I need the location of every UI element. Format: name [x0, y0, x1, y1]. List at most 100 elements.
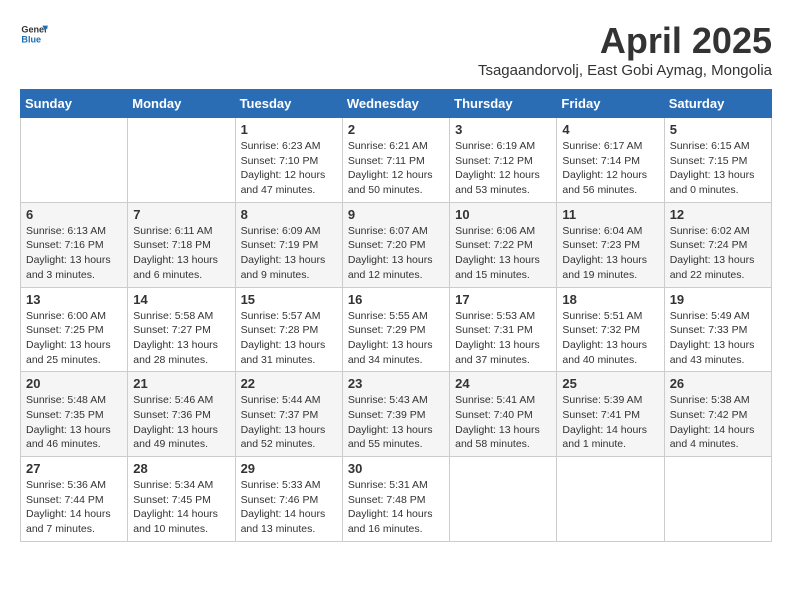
day-number: 4 [562, 122, 658, 137]
page-header: General Blue April 2025 Tsagaandorvolj, … [20, 20, 772, 79]
day-info: Sunrise: 5:31 AM Sunset: 7:48 PM Dayligh… [348, 478, 444, 537]
calendar-cell: 29 Sunrise: 5:33 AM Sunset: 7:46 PM Dayli… [235, 457, 342, 542]
calendar-cell [128, 118, 235, 203]
weekday-header-friday: Friday [557, 90, 664, 118]
calendar-cell: 21 Sunrise: 5:46 AM Sunset: 7:36 PM Dayli… [128, 372, 235, 457]
weekday-header-saturday: Saturday [664, 90, 771, 118]
calendar-cell: 7 Sunrise: 6:11 AM Sunset: 7:18 PM Daylig… [128, 202, 235, 287]
calendar-cell: 12 Sunrise: 6:02 AM Sunset: 7:24 PM Dayli… [664, 202, 771, 287]
day-number: 8 [241, 207, 337, 222]
day-info: Sunrise: 5:48 AM Sunset: 7:35 PM Dayligh… [26, 393, 122, 452]
logo-icon: General Blue [20, 20, 48, 48]
day-info: Sunrise: 5:33 AM Sunset: 7:46 PM Dayligh… [241, 478, 337, 537]
calendar-week-4: 20 Sunrise: 5:48 AM Sunset: 7:35 PM Dayli… [21, 372, 772, 457]
calendar-cell [450, 457, 557, 542]
day-number: 6 [26, 207, 122, 222]
day-number: 3 [455, 122, 551, 137]
day-info: Sunrise: 6:15 AM Sunset: 7:15 PM Dayligh… [670, 139, 766, 198]
calendar-cell: 2 Sunrise: 6:21 AM Sunset: 7:11 PM Daylig… [342, 118, 449, 203]
day-info: Sunrise: 6:07 AM Sunset: 7:20 PM Dayligh… [348, 224, 444, 283]
calendar-week-2: 6 Sunrise: 6:13 AM Sunset: 7:16 PM Daylig… [21, 202, 772, 287]
day-info: Sunrise: 6:02 AM Sunset: 7:24 PM Dayligh… [670, 224, 766, 283]
day-number: 1 [241, 122, 337, 137]
calendar-cell: 23 Sunrise: 5:43 AM Sunset: 7:39 PM Dayli… [342, 372, 449, 457]
weekday-header-wednesday: Wednesday [342, 90, 449, 118]
day-number: 26 [670, 376, 766, 391]
day-number: 12 [670, 207, 766, 222]
day-info: Sunrise: 6:13 AM Sunset: 7:16 PM Dayligh… [26, 224, 122, 283]
month-title: April 2025 [478, 20, 772, 62]
day-info: Sunrise: 5:51 AM Sunset: 7:32 PM Dayligh… [562, 309, 658, 368]
calendar-cell: 14 Sunrise: 5:58 AM Sunset: 7:27 PM Dayli… [128, 287, 235, 372]
day-number: 7 [133, 207, 229, 222]
logo: General Blue [20, 20, 48, 48]
day-number: 20 [26, 376, 122, 391]
calendar-cell: 22Sunrise: 5:44 AM Sunset: 7:37 PM Dayli… [235, 372, 342, 457]
calendar-cell: 9 Sunrise: 6:07 AM Sunset: 7:20 PM Daylig… [342, 202, 449, 287]
calendar-cell: 3Sunrise: 6:19 AM Sunset: 7:12 PM Daylig… [450, 118, 557, 203]
day-info: Sunrise: 5:39 AM Sunset: 7:41 PM Dayligh… [562, 393, 658, 452]
day-info: Sunrise: 6:11 AM Sunset: 7:18 PM Dayligh… [133, 224, 229, 283]
calendar-cell: 25 Sunrise: 5:39 AM Sunset: 7:41 PM Dayli… [557, 372, 664, 457]
day-info: Sunrise: 5:43 AM Sunset: 7:39 PM Dayligh… [348, 393, 444, 452]
calendar-cell [664, 457, 771, 542]
calendar-cell: 28 Sunrise: 5:34 AM Sunset: 7:45 PM Dayli… [128, 457, 235, 542]
day-number: 25 [562, 376, 658, 391]
day-number: 10 [455, 207, 551, 222]
day-number: 21 [133, 376, 229, 391]
calendar-cell: 1Sunrise: 6:23 AM Sunset: 7:10 PM Daylig… [235, 118, 342, 203]
day-info: Sunrise: 5:36 AM Sunset: 7:44 PM Dayligh… [26, 478, 122, 537]
day-info: Sunrise: 6:17 AM Sunset: 7:14 PM Dayligh… [562, 139, 658, 198]
calendar-cell: 16 Sunrise: 5:55 AM Sunset: 7:29 PM Dayli… [342, 287, 449, 372]
calendar-cell: 26 Sunrise: 5:38 AM Sunset: 7:42 PM Dayli… [664, 372, 771, 457]
day-info: Sunrise: 6:06 AM Sunset: 7:22 PM Dayligh… [455, 224, 551, 283]
day-info: Sunrise: 6:09 AM Sunset: 7:19 PM Dayligh… [241, 224, 337, 283]
day-number: 2 [348, 122, 444, 137]
day-info: Sunrise: 6:00 AM Sunset: 7:25 PM Dayligh… [26, 309, 122, 368]
day-number: 17 [455, 292, 551, 307]
day-number: 14 [133, 292, 229, 307]
day-info: Sunrise: 5:34 AM Sunset: 7:45 PM Dayligh… [133, 478, 229, 537]
day-number: 11 [562, 207, 658, 222]
day-info: Sunrise: 5:46 AM Sunset: 7:36 PM Dayligh… [133, 393, 229, 452]
day-number: 24 [455, 376, 551, 391]
weekday-header-tuesday: Tuesday [235, 90, 342, 118]
calendar-cell: 24 Sunrise: 5:41 AM Sunset: 7:40 PM Dayli… [450, 372, 557, 457]
day-number: 29 [241, 461, 337, 476]
calendar-cell [557, 457, 664, 542]
day-number: 19 [670, 292, 766, 307]
calendar-cell: 6 Sunrise: 6:13 AM Sunset: 7:16 PM Daylig… [21, 202, 128, 287]
weekday-header-monday: Monday [128, 90, 235, 118]
day-number: 16 [348, 292, 444, 307]
calendar-table: SundayMondayTuesdayWednesdayThursdayFrid… [20, 89, 772, 542]
calendar-cell: 18 Sunrise: 5:51 AM Sunset: 7:32 PM Dayli… [557, 287, 664, 372]
day-number: 22 [241, 376, 337, 391]
day-number: 15 [241, 292, 337, 307]
day-info: Sunrise: 5:49 AM Sunset: 7:33 PM Dayligh… [670, 309, 766, 368]
day-info: Sunrise: 5:41 AM Sunset: 7:40 PM Dayligh… [455, 393, 551, 452]
day-info: Sunrise: 5:38 AM Sunset: 7:42 PM Dayligh… [670, 393, 766, 452]
day-number: 23 [348, 376, 444, 391]
day-info: Sunrise: 6:21 AM Sunset: 7:11 PM Dayligh… [348, 139, 444, 198]
calendar-week-1: 1Sunrise: 6:23 AM Sunset: 7:10 PM Daylig… [21, 118, 772, 203]
calendar-week-5: 27Sunrise: 5:36 AM Sunset: 7:44 PM Dayli… [21, 457, 772, 542]
calendar-cell: 20 Sunrise: 5:48 AM Sunset: 7:35 PM Dayli… [21, 372, 128, 457]
calendar-cell [21, 118, 128, 203]
day-number: 18 [562, 292, 658, 307]
day-info: Sunrise: 5:55 AM Sunset: 7:29 PM Dayligh… [348, 309, 444, 368]
calendar-cell: 10 Sunrise: 6:06 AM Sunset: 7:22 PM Dayli… [450, 202, 557, 287]
calendar-cell: 5 Sunrise: 6:15 AM Sunset: 7:15 PM Daylig… [664, 118, 771, 203]
weekday-header-sunday: Sunday [21, 90, 128, 118]
day-number: 5 [670, 122, 766, 137]
svg-text:Blue: Blue [21, 34, 41, 44]
weekday-header-thursday: Thursday [450, 90, 557, 118]
calendar-cell: 30 Sunrise: 5:31 AM Sunset: 7:48 PM Dayli… [342, 457, 449, 542]
day-number: 9 [348, 207, 444, 222]
day-info: Sunrise: 5:58 AM Sunset: 7:27 PM Dayligh… [133, 309, 229, 368]
calendar-cell: 4 Sunrise: 6:17 AM Sunset: 7:14 PM Daylig… [557, 118, 664, 203]
day-number: 30 [348, 461, 444, 476]
title-area: April 2025 Tsagaandorvolj, East Gobi Aym… [478, 20, 772, 79]
calendar-cell: 27Sunrise: 5:36 AM Sunset: 7:44 PM Dayli… [21, 457, 128, 542]
calendar-cell: 11Sunrise: 6:04 AM Sunset: 7:23 PM Dayli… [557, 202, 664, 287]
day-number: 28 [133, 461, 229, 476]
